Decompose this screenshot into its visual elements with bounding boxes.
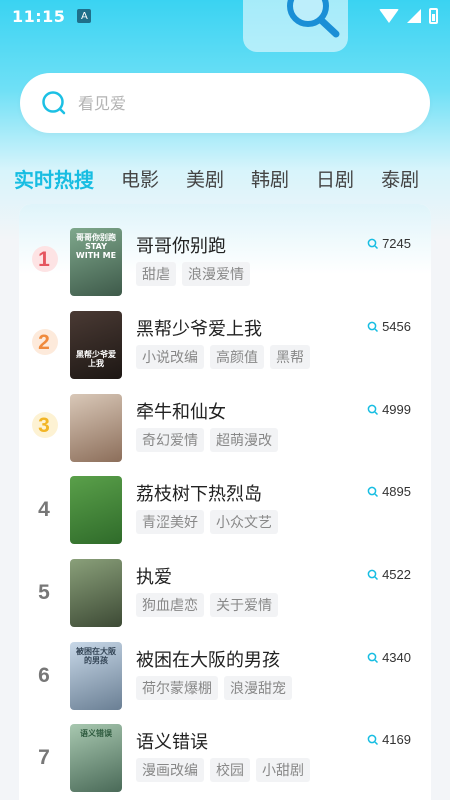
- search-icon: [42, 91, 66, 115]
- rank-number: 3: [38, 414, 50, 437]
- item-title: 荔枝树下热烈岛: [136, 484, 262, 505]
- signal-icon: [407, 9, 421, 23]
- item-title: 语义错误: [136, 732, 208, 753]
- rank-number: 4: [38, 498, 50, 521]
- status-icons: [379, 8, 438, 24]
- tab-realtime-hot[interactable]: 实时热搜: [14, 164, 94, 193]
- tag: 黑帮: [270, 345, 310, 369]
- hot-count-badge: 4522: [367, 567, 411, 582]
- tag-list: 狗血虐恋 关于爱情: [136, 593, 278, 617]
- hot-count: 4999: [382, 402, 411, 417]
- wifi-icon: [379, 9, 399, 23]
- poster-image: [70, 476, 122, 544]
- rank-number: 5: [38, 581, 50, 604]
- list-item[interactable]: 2 黑帮少爷爱上我 黑帮少爷爱上我 小说改编 高颜值 黑帮 5456: [19, 311, 431, 393]
- list-item[interactable]: 4 荔枝树下热烈岛 青涩美好 小众文艺 4895: [19, 476, 431, 558]
- poster-image: [70, 559, 122, 627]
- search-bar[interactable]: [20, 73, 430, 133]
- tag-list: 小说改编 高颜值 黑帮: [136, 345, 310, 369]
- tag: 狗血虐恋: [136, 593, 204, 617]
- list-item[interactable]: 5 执爱 狗血虐恋 关于爱情 4522: [19, 559, 431, 641]
- poster-image: 被困在大阪的男孩: [70, 642, 122, 710]
- search-count-icon: [367, 734, 379, 745]
- hot-count: 4169: [382, 732, 411, 747]
- status-time: 11:15: [12, 6, 66, 26]
- tag: 漫画改编: [136, 758, 204, 782]
- status-bar: 11:15 A: [0, 0, 450, 32]
- search-count-icon: [367, 569, 379, 580]
- list-item[interactable]: 6 被困在大阪的男孩 被困在大阪的男孩 荷尔蒙爆棚 浪漫甜宠 4340: [19, 642, 431, 724]
- tag: 青涩美好: [136, 510, 204, 534]
- notification-icon: A: [77, 9, 92, 23]
- tag: 关于爱情: [210, 593, 278, 617]
- tag: 浪漫甜宠: [224, 676, 292, 700]
- poster-image: 黑帮少爷爱上我: [70, 311, 122, 379]
- poster-image: 语义错误: [70, 724, 122, 792]
- tag: 荷尔蒙爆棚: [136, 676, 218, 700]
- list-item[interactable]: 1 哥哥你别跑 STAY WITH ME 哥哥你别跑 甜虐 浪漫爱情 7245: [19, 228, 431, 310]
- magnifier-illustration-icon: [287, 0, 340, 38]
- tab-thai-dramas[interactable]: 泰剧: [381, 165, 419, 192]
- poster-caption: 语义错误: [80, 729, 112, 738]
- tag: 甜虐: [136, 262, 176, 286]
- item-title: 执爱: [136, 567, 172, 588]
- rank-number: 2: [38, 331, 50, 354]
- hot-count: 5456: [382, 319, 411, 334]
- search-count-icon: [367, 238, 379, 249]
- item-title: 哥哥你别跑: [136, 236, 226, 257]
- hot-count: 7245: [382, 236, 411, 251]
- hot-count: 4895: [382, 484, 411, 499]
- rank-number: 7: [38, 746, 50, 769]
- tag: 校园: [210, 758, 250, 782]
- tag-list: 荷尔蒙爆棚 浪漫甜宠: [136, 676, 292, 700]
- tag-list: 青涩美好 小众文艺: [136, 510, 278, 534]
- rank-number: 1: [38, 248, 50, 271]
- tab-korean-dramas[interactable]: 韩剧: [251, 165, 289, 192]
- tag: 小说改编: [136, 345, 204, 369]
- tab-movies[interactable]: 电影: [121, 165, 159, 192]
- search-count-icon: [367, 652, 379, 663]
- hot-count: 4522: [382, 567, 411, 582]
- tag: 超萌漫改: [210, 428, 278, 452]
- rank-number: 6: [38, 664, 50, 687]
- tag-list: 奇幻爱情 超萌漫改: [136, 428, 278, 452]
- tag: 小甜剧: [256, 758, 310, 782]
- list-item[interactable]: 7 语义错误 语义错误 漫画改编 校园 小甜剧 4169: [19, 724, 431, 800]
- tag: 小众文艺: [210, 510, 278, 534]
- poster-caption: 被困在大阪的男孩: [76, 647, 116, 665]
- hot-list: 1 哥哥你别跑 STAY WITH ME 哥哥你别跑 甜虐 浪漫爱情 7 2 4 5 …: [19, 204, 431, 800]
- search-input[interactable]: [78, 93, 378, 113]
- poster-caption: 哥哥你别跑 STAY WITH ME: [75, 233, 117, 260]
- tag-list: 甜虐 浪漫爱情: [136, 262, 250, 286]
- hot-count: 4340: [382, 650, 411, 665]
- poster-image: [70, 394, 122, 462]
- item-title: 被困在大阪的男孩: [136, 650, 280, 671]
- hot-count-badge: 5456: [367, 319, 411, 334]
- tag: 奇幻爱情: [136, 428, 204, 452]
- poster-caption: 黑帮少爷爱上我: [76, 350, 116, 368]
- tab-japanese-dramas[interactable]: 日剧: [316, 165, 354, 192]
- item-title: 牵牛和仙女: [136, 402, 226, 423]
- battery-icon: [429, 8, 438, 24]
- tag: 高颜值: [210, 345, 264, 369]
- hot-count-badge: 4340: [367, 650, 411, 665]
- tag-list: 漫画改编 校园 小甜剧: [136, 758, 310, 782]
- poster-image: 哥哥你别跑 STAY WITH ME: [70, 228, 122, 296]
- hot-count-badge: 4895: [367, 484, 411, 499]
- hot-count-badge: 4169: [367, 732, 411, 747]
- search-count-icon: [367, 321, 379, 332]
- list-item[interactable]: 3 牵牛和仙女 奇幻爱情 超萌漫改 4999: [19, 394, 431, 476]
- search-count-icon: [367, 486, 379, 497]
- hot-count-badge: 7245: [367, 236, 411, 251]
- search-count-icon: [367, 404, 379, 415]
- category-tabs: 实时热搜 电影 美剧 韩剧 日剧 泰剧: [14, 158, 450, 198]
- tag: 浪漫爱情: [182, 262, 250, 286]
- hot-count-badge: 4999: [367, 402, 411, 417]
- tab-us-dramas[interactable]: 美剧: [186, 165, 224, 192]
- item-title: 黑帮少爷爱上我: [136, 319, 262, 340]
